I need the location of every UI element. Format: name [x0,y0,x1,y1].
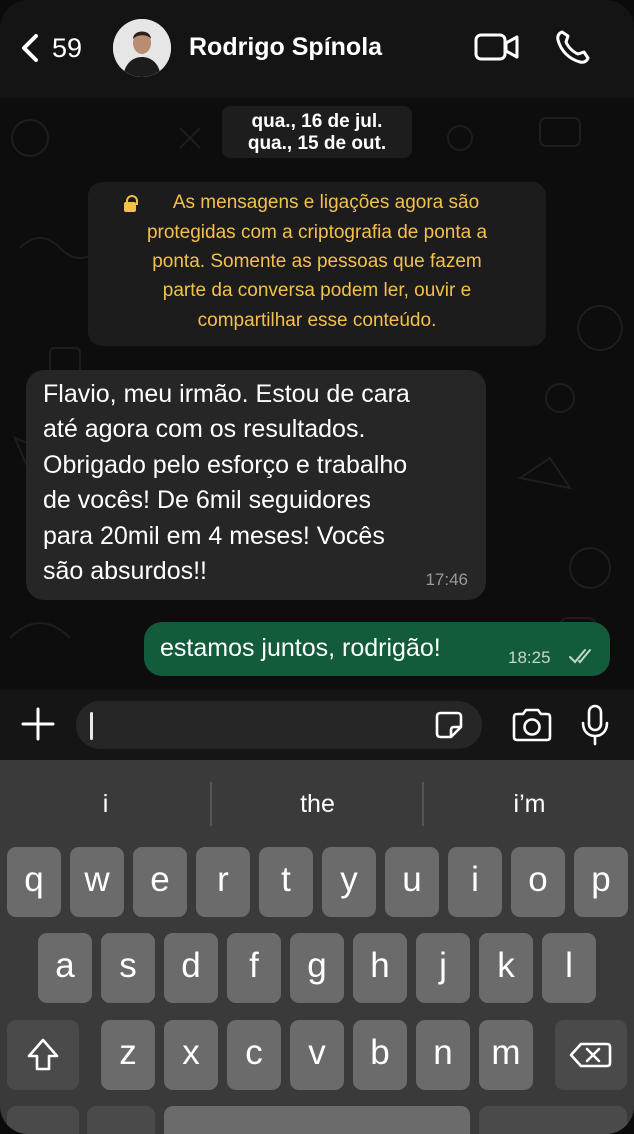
encryption-notice-line: protegidas com a criptografia de ponta a [146,222,488,243]
key-y[interactable]: y [322,847,376,917]
numbers-key[interactable] [7,1106,79,1134]
key-l[interactable]: l [542,933,596,1003]
key-o[interactable]: o [511,847,565,917]
key-h[interactable]: h [353,933,407,1003]
key-a[interactable]: a [38,933,92,1003]
key-r[interactable]: r [196,847,250,917]
message-composer [0,690,634,760]
shift-icon [27,1038,59,1071]
message-text: estamos juntos, rodrigão! [160,634,441,662]
key-x[interactable]: x [164,1020,218,1090]
key-q[interactable]: q [7,847,61,917]
video-call-icon[interactable] [473,29,521,65]
microphone-icon[interactable] [578,703,612,747]
key-v[interactable]: v [290,1020,344,1090]
contact-name[interactable]: Rodrigo Spínola [189,33,382,62]
key-w[interactable]: w [70,847,124,917]
key-f[interactable]: f [227,933,281,1003]
key-j[interactable]: j [416,933,470,1003]
key-s[interactable]: s [101,933,155,1003]
incoming-message-bubble[interactable]: Flavio, meu irmão. Estou de cara até ago… [26,370,486,600]
avatar[interactable] [113,19,171,77]
return-key[interactable] [479,1106,627,1134]
message-line: Obrigado pelo esforço e trabalho [43,451,408,479]
encryption-notice[interactable]: As mensagens e ligações agora são proteg… [88,182,546,346]
phone-call-icon[interactable] [553,27,593,67]
key-k[interactable]: k [479,933,533,1003]
suggestion-item[interactable]: i [0,782,211,826]
date-line: qua., 15 de out. [247,133,387,154]
encryption-notice-line: As mensagens e ligações agora são [172,192,480,213]
key-z[interactable]: z [101,1020,155,1090]
space-key[interactable] [164,1106,470,1134]
suggestion-item[interactable]: the [212,782,423,826]
key-d[interactable]: d [164,933,218,1003]
key-n[interactable]: n [416,1020,470,1090]
read-receipt-icon [569,649,591,664]
key-p[interactable]: p [574,847,628,917]
onscreen-keyboard: i the i’m q w e r t y u i o p a s d f g … [0,760,634,1134]
date-line: qua., 16 de jul. [251,111,383,132]
encryption-notice-line: ponta. Somente as pessoas que fazem [152,251,482,272]
delete-key[interactable] [555,1020,627,1090]
key-t[interactable]: t [259,847,313,917]
sticker-icon[interactable] [432,708,466,742]
unread-count[interactable]: 59 [52,33,82,64]
encryption-notice-line: compartilhar esse conteúdo. [197,310,437,331]
message-line: de vocês! De 6mil seguidores [43,486,371,514]
message-input[interactable] [76,701,482,749]
message-line: Flavio, meu irmão. Estou de cara [43,380,410,408]
message-line: até agora com os resultados. [43,415,366,443]
suggestion-item[interactable]: i’m [424,782,634,826]
key-c[interactable]: c [227,1020,281,1090]
emoji-key[interactable] [87,1106,155,1134]
camera-icon[interactable] [510,706,554,744]
date-badge: qua., 16 de jul. qua., 15 de out. [222,106,412,158]
key-g[interactable]: g [290,933,344,1003]
message-line: são absurdos!! [43,557,207,585]
key-u[interactable]: u [385,847,439,917]
chat-header: 59 Rodrigo Spínola [0,0,634,98]
key-b[interactable]: b [353,1020,407,1090]
backspace-icon [569,1042,612,1068]
outgoing-message-bubble[interactable]: estamos juntos, rodrigão! 18:25 [144,622,610,676]
message-timestamp: 17:46 [425,570,468,589]
text-caret [90,712,93,740]
plus-icon[interactable] [18,704,58,744]
chat-area[interactable]: qua., 16 de jul. qua., 15 de out. As men… [0,98,634,690]
shift-key[interactable] [7,1020,79,1090]
encryption-notice-line: parte da conversa podem ler, ouvir e [162,280,472,301]
key-m[interactable]: m [479,1020,533,1090]
message-timestamp: 18:25 [508,648,551,667]
message-line: para 20mil em 4 meses! Vocês [43,522,385,550]
back-chevron-icon[interactable] [12,28,52,68]
whatsapp-chat-screen: 59 Rodrigo Spínola qua., 16 de jul. qua.… [0,0,634,1134]
key-e[interactable]: e [133,847,187,917]
key-i[interactable]: i [448,847,502,917]
